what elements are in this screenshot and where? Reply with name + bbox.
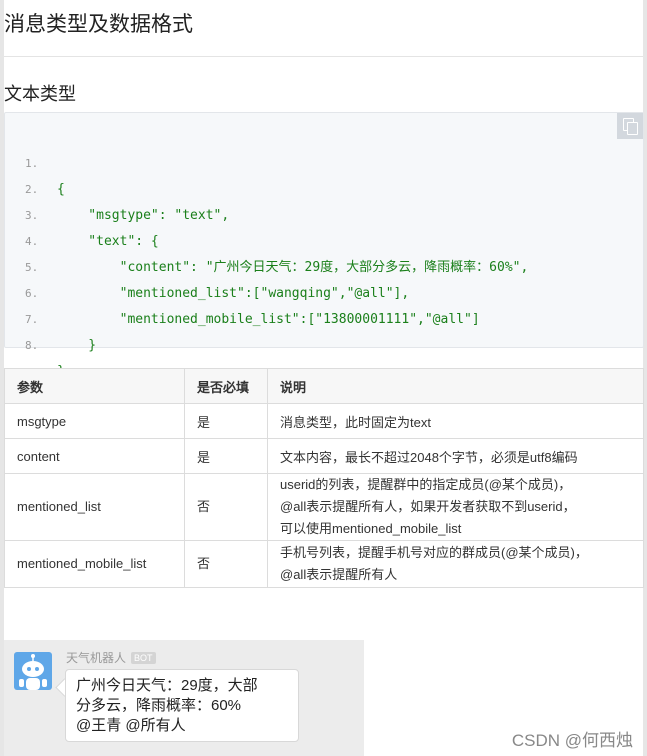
cell-param: mentioned_mobile_list xyxy=(4,540,185,588)
bot-name-text: 天气机器人 xyxy=(66,651,127,665)
code-text: "text": { xyxy=(57,234,159,249)
code-block: 1. { 2. "msgtype": "text", 3. "text": { … xyxy=(4,112,644,379)
code-text: } xyxy=(57,338,97,353)
table-row: mentioned_mobile_list 否 手机号列表，提醒手机号对应的群成… xyxy=(4,540,644,588)
description-line: @all表示提醒所有人，如果开发者获取不到userid， xyxy=(280,499,576,514)
table-row: mentioned_list 否 userid的列表，提醒群中的指定成员(@某个… xyxy=(4,473,644,541)
code-text: "mentioned_mobile_list":["13800001111","… xyxy=(57,312,480,327)
cell-required: 否 xyxy=(184,473,268,541)
code-line: 4. "content": "广州今日天气：29度，大部分多云，降雨概率：60%… xyxy=(5,203,528,275)
cell-required: 是 xyxy=(184,438,268,474)
cell-param: content xyxy=(4,438,185,474)
page-title: 消息类型及数据格式 xyxy=(4,13,193,36)
cell-param: mentioned_list xyxy=(4,473,185,541)
code-text: "mentioned_list":["wangqing","@all"], xyxy=(57,286,410,301)
description-line: @all表示提醒所有人 xyxy=(280,567,398,582)
section-title: 文本类型 xyxy=(4,84,76,104)
message-bubble: 广州今日天气：29度，大部 分多云，降雨概率：60% @王青 @所有人 xyxy=(65,669,299,742)
title-divider xyxy=(4,56,643,57)
code-line: 5. "mentioned_list":["wangqing","@all"], xyxy=(5,229,409,301)
table-header-row: 参数 是否必填 说明 xyxy=(4,368,644,404)
description-line: 可以使用mentioned_mobile_list xyxy=(280,521,462,536)
header-required: 是否必填 xyxy=(184,368,268,404)
cell-param: msgtype xyxy=(4,403,185,439)
code-line: 8. } xyxy=(5,307,65,379)
header-param: 参数 xyxy=(4,368,185,404)
message-line: 广州今日天气：29度，大部 xyxy=(76,677,258,694)
cell-description: 手机号列表，提醒手机号对应的群成员(@某个成员)， @all表示提醒所有人 xyxy=(267,540,644,588)
description-line: 消息类型，此时固定为text xyxy=(280,414,431,430)
code-text: "content": "广州今日天气：29度，大部分多云，降雨概率：60%", xyxy=(57,260,529,275)
code-line: 1. { xyxy=(5,125,65,197)
cell-description: userid的列表，提醒群中的指定成员(@某个成员)， @all表示提醒所有人，… xyxy=(267,473,644,541)
table-row: content 是 文本内容，最长不超过2048个字节，必须是utf8编码 xyxy=(4,438,644,474)
table-row: msgtype 是 消息类型，此时固定为text xyxy=(4,403,644,439)
code-text: "msgtype": "text", xyxy=(57,208,230,223)
description-line: 文本内容，最长不超过2048个字节，必须是utf8编码 xyxy=(280,449,578,465)
code-line: 2. "msgtype": "text", xyxy=(5,151,229,223)
params-table: 参数 是否必填 说明 msgtype 是 消息类型，此时固定为text cont… xyxy=(4,368,644,588)
code-line: 7. } xyxy=(5,281,96,353)
code-line: 3. "text": { xyxy=(5,177,159,249)
cell-description: 文本内容，最长不超过2048个字节，必须是utf8编码 xyxy=(267,438,644,474)
cell-description: 消息类型，此时固定为text xyxy=(267,403,644,439)
robot-avatar-icon xyxy=(14,652,52,690)
cell-required: 是 xyxy=(184,403,268,439)
bot-name: 天气机器人 BOT xyxy=(66,649,156,666)
message-line: @王青 @所有人 xyxy=(76,717,186,734)
cell-required: 否 xyxy=(184,540,268,588)
header-description: 说明 xyxy=(267,368,644,404)
code-line: 6. "mentioned_mobile_list":["13800001111… xyxy=(5,255,480,327)
message-line: 分多云，降雨概率：60% xyxy=(76,697,242,714)
description-line: 手机号列表，提醒手机号对应的群成员(@某个成员)， xyxy=(280,545,588,560)
copy-button[interactable] xyxy=(617,113,643,139)
chat-preview: 天气机器人 BOT 广州今日天气：29度，大部 分多云，降雨概率：60% @王青 … xyxy=(4,640,364,756)
bot-badge: BOT xyxy=(131,652,156,664)
watermark: CSDN @何西烛 xyxy=(511,731,633,750)
line-number: 8. xyxy=(25,339,39,352)
description-line: userid的列表，提醒群中的指定成员(@某个成员)， xyxy=(280,477,572,492)
code-text: { xyxy=(57,182,65,197)
